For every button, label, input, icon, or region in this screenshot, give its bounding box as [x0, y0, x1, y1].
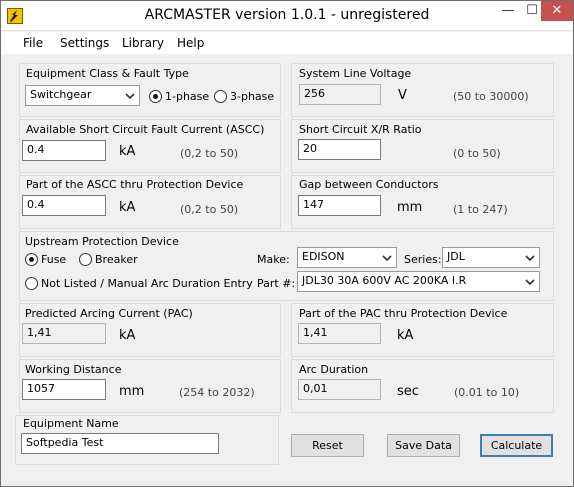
menu-library[interactable]: Library: [122, 36, 164, 50]
chevron-down-icon: [125, 93, 135, 100]
menu-help[interactable]: Help: [177, 36, 204, 50]
gap-input[interactable]: 147: [298, 195, 381, 216]
voltage-range: (50 to 30000): [453, 90, 529, 103]
menu-settings[interactable]: Settings: [60, 36, 109, 50]
app-window: ARCMASTER version 1.0.1 - unregistered —…: [0, 0, 574, 487]
arc-duration-range: (0.01 to 10): [454, 386, 520, 399]
working-distance-title: Working Distance: [25, 363, 122, 376]
make-label: Make:: [257, 253, 290, 266]
pac-unit: kA: [119, 328, 136, 343]
arc-duration-field: 0,01: [298, 379, 381, 400]
make-select[interactable]: EDISON: [297, 247, 397, 268]
ascc-range: (0,2 to 50): [180, 147, 239, 160]
chevron-down-icon: [525, 255, 535, 262]
part-pac-title: Part of the PAC thru Protection Device: [299, 307, 508, 320]
breaker-radio[interactable]: Breaker: [79, 252, 138, 268]
part-number-label: Part #:: [257, 277, 296, 290]
equipment-class-title: Equipment Class & Fault Type: [26, 67, 189, 80]
phase3-radio[interactable]: 3-phase: [214, 89, 274, 105]
reset-button[interactable]: Reset: [291, 434, 364, 457]
make-value: EDISON: [302, 250, 345, 263]
ascc-title: Available Short Circuit Fault Current (A…: [26, 123, 265, 136]
notlisted-radio[interactable]: Not Listed / Manual Arc Duration Entry: [25, 276, 253, 292]
part-number-select[interactable]: JDL30 30A 600V AC 200KA I.R: [297, 271, 540, 292]
gap-title: Gap between Conductors: [299, 178, 439, 191]
radio-indicator: [25, 276, 38, 290]
arc-duration-title: Arc Duration: [299, 363, 369, 376]
equipment-class-select[interactable]: Switchgear: [25, 85, 140, 106]
part-ascc-unit: kA: [119, 200, 136, 215]
equipment-name-title: Equipment Name: [23, 417, 119, 430]
xr-input[interactable]: 20: [298, 139, 381, 160]
gap-range: (1 to 247): [453, 203, 508, 216]
series-value: JDL: [447, 250, 465, 263]
part-ascc-range: (0,2 to 50): [180, 203, 239, 216]
arc-duration-unit: sec: [397, 384, 419, 399]
close-button[interactable]: ✕: [541, 1, 573, 21]
gap-unit: mm: [397, 200, 423, 215]
calculate-button[interactable]: Calculate: [480, 434, 553, 457]
series-select[interactable]: JDL: [442, 247, 540, 268]
part-pac-field: 1,41: [298, 323, 381, 344]
voltage-title: System Line Voltage: [299, 67, 412, 80]
working-distance-unit: mm: [119, 384, 145, 399]
working-distance-range: (254 to 2032): [179, 386, 255, 399]
menu-file[interactable]: File: [23, 36, 43, 50]
voltage-field: 256: [299, 84, 381, 105]
fuse-radio[interactable]: Fuse: [25, 252, 66, 268]
part-ascc-input[interactable]: 0.4: [22, 195, 106, 216]
radio-indicator: [214, 89, 227, 103]
working-distance-input[interactable]: 1057: [22, 379, 106, 400]
radio-indicator: [149, 89, 162, 103]
chevron-down-icon: [525, 279, 535, 286]
ascc-unit: kA: [119, 144, 136, 159]
pac-field: 1,41: [22, 323, 106, 344]
save-data-button[interactable]: Save Data: [387, 434, 460, 457]
equipment-class-value: Switchgear: [30, 88, 92, 101]
phase1-radio[interactable]: 1-phase: [149, 89, 209, 105]
part-pac-unit: kA: [397, 328, 414, 343]
title-bar[interactable]: ARCMASTER version 1.0.1 - unregistered —…: [1, 1, 573, 31]
window-title: ARCMASTER version 1.0.1 - unregistered: [144, 7, 430, 23]
radio-indicator: [79, 252, 92, 266]
pac-title: Predicted Arcing Current (PAC): [25, 307, 193, 320]
upstream-title: Upstream Protection Device: [25, 235, 179, 248]
equipment-name-input[interactable]: Softpedia Test: [21, 433, 219, 454]
chevron-down-icon: [382, 255, 392, 262]
xr-range: (0 to 50): [453, 147, 501, 160]
minimize-button[interactable]: —: [495, 1, 521, 21]
ascc-input[interactable]: 0.4: [22, 140, 106, 161]
menu-bar: File Settings Library Help: [1, 32, 573, 54]
voltage-unit: V: [398, 88, 407, 103]
radio-indicator: [25, 252, 38, 266]
series-label: Series:: [404, 253, 442, 266]
part-number-value: JDL30 30A 600V AC 200KA I.R: [302, 274, 467, 287]
xr-title: Short Circuit X/R Ratio: [299, 123, 422, 136]
part-ascc-title: Part of the ASCC thru Protection Device: [26, 178, 244, 191]
